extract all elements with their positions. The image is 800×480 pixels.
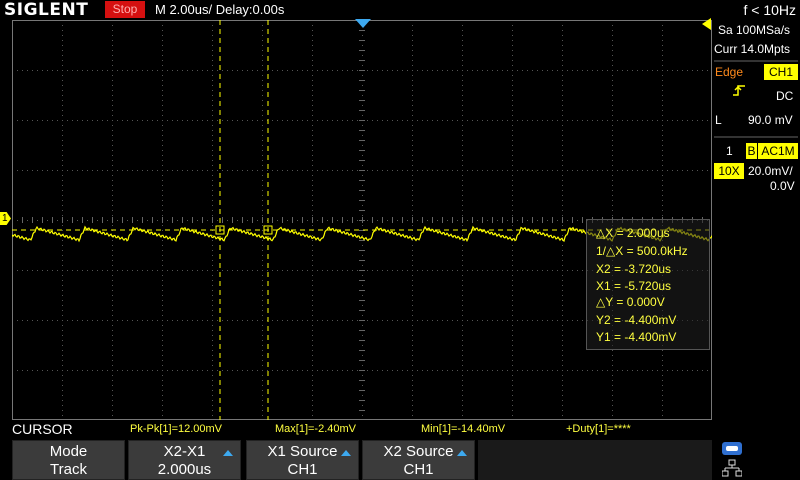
- measurement-bar: CURSOR Pk-Pk[1]=12.00mV Max[1]=-2.40mV M…: [0, 420, 712, 438]
- menu-title: CURSOR: [12, 421, 73, 437]
- softkey-label: Mode: [49, 443, 88, 460]
- measure-max: Max[1]=-2.40mV: [275, 423, 357, 435]
- brand-logo: SIGLENT: [4, 0, 89, 20]
- sample-rate: Sa 100MSa/s: [718, 23, 791, 37]
- softkey-value: Track: [50, 461, 87, 478]
- softkey-x1-source[interactable]: X1 Source CH1: [246, 440, 359, 480]
- trigger-position-marker[interactable]: [355, 19, 371, 28]
- channel1-scale[interactable]: 20.0mV/: [748, 163, 793, 179]
- cursor-readout-panel: △X = 2.000us 1/△X = 500.0kHz X2 = -3.720…: [586, 219, 710, 350]
- memory-depth: Curr 14.0Mpts: [714, 42, 791, 56]
- cursor-y2: Y2 = -4.400mV: [596, 313, 677, 327]
- softkey-value: CH1: [403, 461, 434, 478]
- cursor-delta-x: △X = 2.000us: [596, 226, 670, 240]
- channel1-label[interactable]: 1: [726, 143, 733, 159]
- panel-divider: [714, 136, 798, 138]
- channel1-probe[interactable]: 10X: [714, 163, 744, 179]
- channel1-offset[interactable]: 0.0V: [770, 178, 795, 194]
- bandwidth-limit-icon: B: [746, 143, 757, 159]
- softkey-value: CH1: [287, 461, 318, 478]
- usb-icon: [722, 442, 742, 455]
- cursor-x1: X1 = -5.720us: [596, 279, 672, 293]
- adjust-knob-icon: [223, 450, 233, 456]
- trigger-level-value: 90.0 mV: [748, 113, 793, 127]
- measure-min: Min[1]=-14.40mV: [421, 423, 506, 435]
- softkey-mode[interactable]: Mode Track: [12, 440, 125, 480]
- frequency-counter: f < 10Hz: [743, 2, 796, 18]
- right-info-panel: Sa 100MSa/s Curr 14.0Mpts Edge CH1 DC L …: [712, 20, 800, 440]
- measure-pkpk: Pk-Pk[1]=12.00mV: [130, 423, 223, 435]
- panel-divider: [714, 60, 798, 62]
- cursor-x2: X2 = -3.720us: [596, 262, 672, 276]
- trigger-level-label: L: [715, 113, 722, 127]
- softkey-menu: Mode Track X2-X1 2.000us X1 Source CH1 X…: [0, 440, 712, 480]
- rising-edge-icon: [733, 85, 745, 96]
- softkey-x2-source[interactable]: X2 Source CH1: [362, 440, 475, 480]
- softkey-value: 2.000us: [157, 461, 212, 478]
- softkey-empty: [478, 440, 712, 480]
- cursor-delta-y: △Y = 0.000V: [596, 295, 665, 309]
- channel1-offset-marker[interactable]: 1: [0, 212, 11, 225]
- adjust-knob-icon: [341, 450, 351, 456]
- network-icon: [722, 459, 742, 477]
- trigger-source[interactable]: CH1: [764, 64, 798, 80]
- cursor-inverse-delta-x: 1/△X = 500.0kHz: [596, 244, 688, 258]
- trigger-type[interactable]: Edge: [715, 64, 743, 80]
- cursor-y1: Y1 = -4.400mV: [596, 330, 677, 344]
- top-status-bar: SIGLENT Stop M 2.00us/ Delay:0.00s f < 1…: [0, 0, 800, 20]
- trigger-coupling: DC: [776, 89, 794, 103]
- run-stop-indicator[interactable]: Stop: [105, 1, 145, 18]
- trigger-level-marker[interactable]: [702, 18, 711, 30]
- adjust-knob-icon: [457, 450, 467, 456]
- measure-duty: +Duty[1]=****: [566, 423, 631, 435]
- channel1-coupling[interactable]: AC1M: [758, 143, 798, 159]
- softkey-x2-x1[interactable]: X2-X1 2.000us: [128, 440, 241, 480]
- timebase-readout[interactable]: M 2.00us/ Delay:0.00s: [155, 0, 284, 20]
